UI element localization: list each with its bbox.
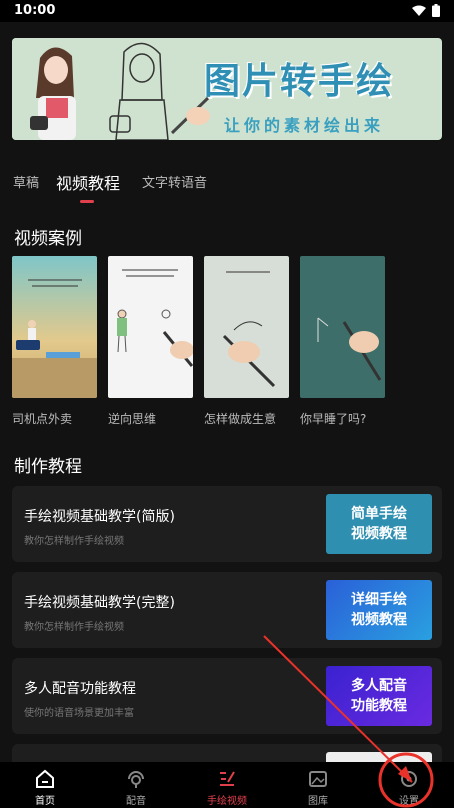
tab-drafts[interactable]: 草稿	[13, 172, 39, 191]
tutorial-subtitle: 教你怎样制作手绘视频	[24, 536, 124, 547]
nav-label: 设置	[399, 796, 419, 807]
nav-settings[interactable]: 设置	[364, 762, 454, 808]
video-thumbnail[interactable]	[204, 256, 289, 398]
video-cases-list: 司机点外卖 逆向思维 怎样做成生意 你早睡了吗?	[12, 256, 452, 436]
detailed-tutorial-button[interactable]: 详细手绘 视频教程	[326, 580, 432, 640]
video-case-item[interactable]: 司机点外卖	[12, 256, 97, 427]
video-case-label: 逆向思维	[108, 412, 157, 426]
nav-hand-drawn-video[interactable]: 手绘视频	[182, 762, 272, 808]
tutorial-button-label: 简单手绘 视频教程	[351, 506, 407, 542]
status-bar: 10:00	[0, 0, 454, 22]
video-thumbnail[interactable]	[108, 256, 193, 398]
settings-icon	[401, 771, 417, 787]
tutorial-button-label: 多人配音 功能教程	[351, 678, 407, 714]
video-case-item[interactable]: 你早睡了吗?	[300, 256, 385, 427]
top-tabs: 草稿 视频教程 文字转语音	[0, 172, 454, 208]
tutorial-title: 手绘视频基础教学(完整)	[24, 595, 175, 611]
video-thumbnail[interactable]	[12, 256, 97, 398]
tutorial-card[interactable]: 手绘视频基础教学(完整) 教你怎样制作手绘视频 详细手绘 视频教程	[12, 572, 442, 648]
tutorial-title: 手绘视频基础教学(简版)	[24, 509, 175, 525]
status-icons	[412, 4, 440, 17]
video-case-label: 司机点外卖	[12, 412, 73, 426]
battery-icon	[432, 4, 440, 17]
banner-subtitle: 让你的素材绘出来	[224, 116, 385, 135]
video-case-item[interactable]: 逆向思维	[108, 256, 193, 427]
tutorials-title: 制作教程	[14, 457, 82, 477]
bottom-nav: 首页 配音 手绘视频 图库 设置	[0, 762, 454, 808]
tutorial-button-label: 详细手绘 视频教程	[351, 592, 407, 628]
tab-video-tutorials[interactable]: 视频教程	[56, 170, 120, 194]
video-case-item[interactable]: 怎样做成生意	[204, 256, 289, 427]
tutorial-subtitle: 教你怎样制作手绘视频	[24, 622, 124, 633]
tutorial-title: 多人配音功能教程	[24, 681, 136, 697]
simple-tutorial-button[interactable]: 简单手绘 视频教程	[326, 494, 432, 554]
gallery-icon	[309, 771, 327, 787]
tutorial-card[interactable]: 手绘视频基础教学(简版) 教你怎样制作手绘视频 简单手绘 视频教程	[12, 486, 442, 562]
nav-dubbing[interactable]: 配音	[91, 762, 181, 808]
status-time: 10:00	[14, 3, 56, 18]
nav-gallery[interactable]: 图库	[273, 762, 363, 808]
banner-illustration	[12, 38, 212, 140]
tab-text-to-speech[interactable]: 文字转语音	[142, 172, 207, 191]
banner-title: 图片转手绘	[204, 61, 395, 102]
nav-home[interactable]: 首页	[0, 762, 90, 808]
wifi-icon	[412, 5, 426, 16]
multi-dubbing-tutorial-button[interactable]: 多人配音 功能教程	[326, 666, 432, 726]
tutorial-card[interactable]: 多人配音功能教程 使你的语音场景更加丰富 多人配音 功能教程	[12, 658, 442, 734]
nav-label: 首页	[35, 796, 55, 807]
hand-drawn-video-icon	[220, 771, 235, 786]
video-thumbnail[interactable]	[300, 256, 385, 398]
active-tab-indicator	[80, 200, 94, 203]
promo-banner[interactable]: 图片转手绘 让你的素材绘出来	[12, 38, 442, 140]
nav-label: 图库	[308, 796, 328, 807]
video-cases-title: 视频案例	[14, 229, 82, 249]
nav-label: 配音	[126, 796, 146, 807]
tutorial-subtitle: 使你的语音场景更加丰富	[24, 708, 134, 719]
nav-label: 手绘视频	[207, 796, 247, 807]
video-case-label: 怎样做成生意	[204, 412, 277, 426]
dubbing-icon	[128, 771, 144, 788]
video-case-label: 你早睡了吗?	[300, 412, 367, 426]
home-icon	[36, 769, 54, 788]
